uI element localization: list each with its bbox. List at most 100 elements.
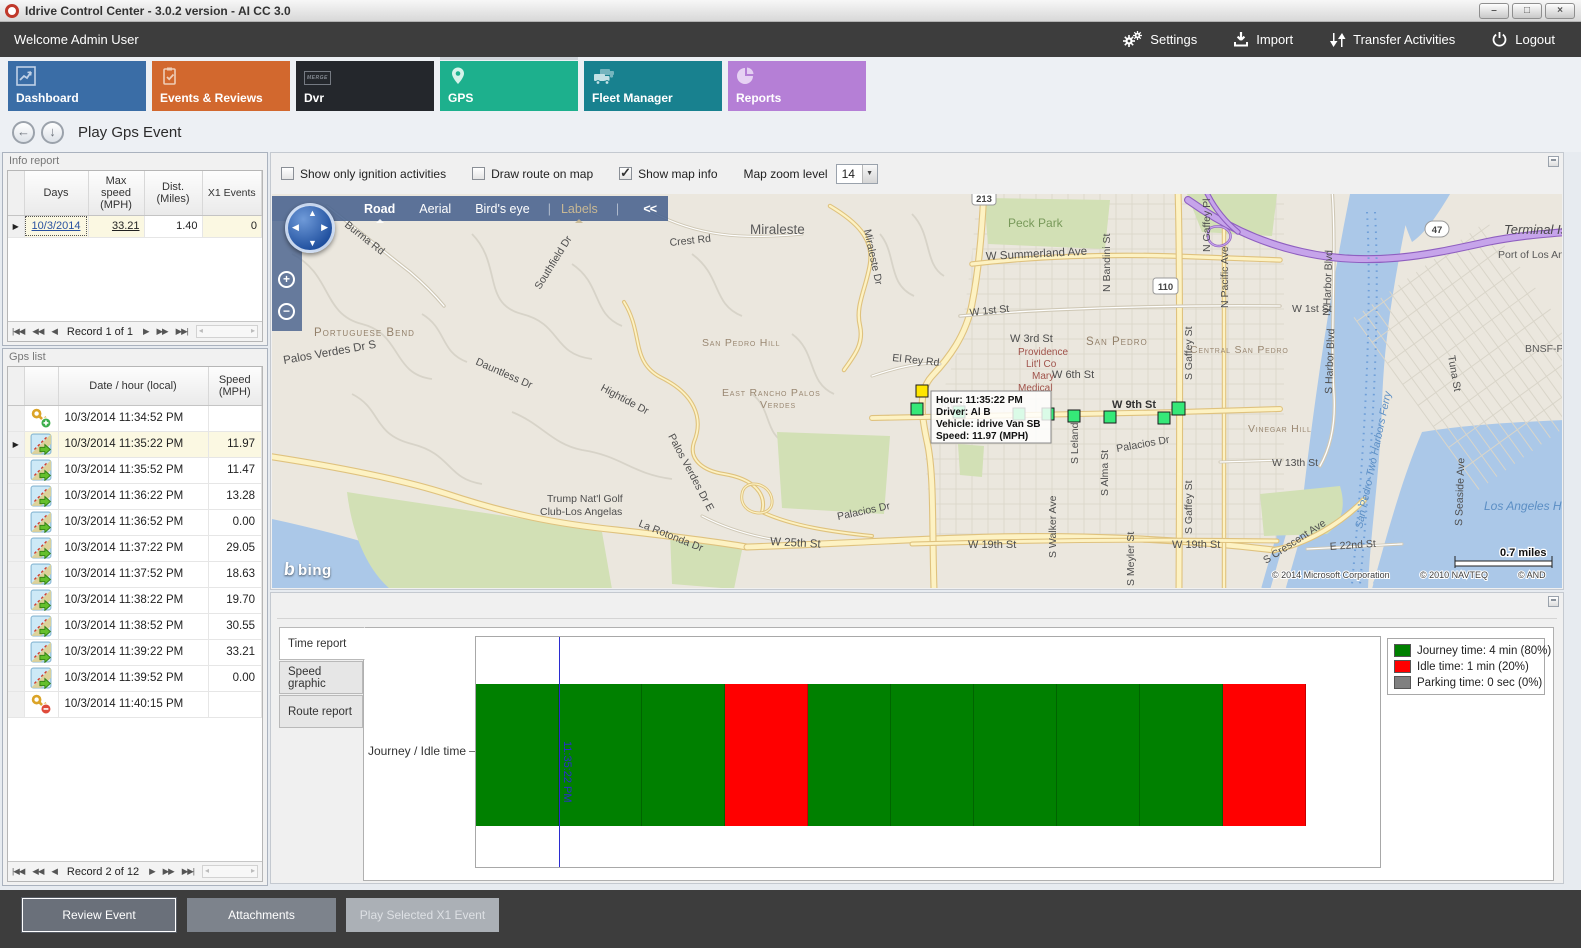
- tooltip-vehicle: Vehicle: idrive Van SB: [936, 419, 1041, 430]
- draw-route-checkbox[interactable]: Draw route on map: [472, 167, 593, 181]
- tab-fleet-manager[interactable]: Fleet Manager: [584, 61, 722, 111]
- transfer-activities-button[interactable]: Transfer Activities: [1329, 31, 1455, 49]
- gps-speed: 29.05: [208, 535, 262, 561]
- map-label-san-pedro: San Pedro: [1086, 336, 1148, 348]
- prev-record-icon[interactable]: ◀: [51, 866, 57, 877]
- info-report-groupbox: Info report Days Max speed (MPH) Dist. (…: [2, 152, 268, 346]
- tab-reports[interactable]: Reports: [728, 61, 866, 111]
- gps-list-table: Date / hour (local) Speed (MPH) 10/3/201…: [8, 367, 262, 718]
- bing-logo[interactable]: b bing: [284, 559, 332, 580]
- import-button[interactable]: Import: [1233, 31, 1293, 49]
- settings-button[interactable]: Settings: [1123, 31, 1197, 49]
- map-style-aerial[interactable]: Aerial: [419, 202, 451, 216]
- map-zoom-select[interactable]: 14 ▼: [836, 164, 878, 184]
- pan-down-icon[interactable]: ▼: [308, 238, 317, 248]
- chevron-down-icon[interactable]: ↓: [41, 121, 64, 144]
- gps-row[interactable]: 10/3/2014 11:37:52 PM18.63: [8, 561, 262, 587]
- route-marker-green[interactable]: [1068, 410, 1080, 422]
- next-record-icon[interactable]: ▶: [149, 866, 155, 877]
- show-map-info-checkbox[interactable]: Show map info: [619, 167, 717, 181]
- prev-page-icon[interactable]: ◀◀: [32, 866, 43, 877]
- gps-row[interactable]: ▶10/3/2014 11:35:22 PM11.97: [8, 431, 262, 457]
- gps-row[interactable]: 10/3/2014 11:36:22 PM13.28: [8, 483, 262, 509]
- gps-date: 10/3/2014 11:39:52 PM: [58, 665, 208, 691]
- first-record-icon[interactable]: |◀◀: [12, 866, 24, 877]
- show-map-info-label: Show map info: [638, 167, 717, 181]
- record-counter: Record 2 of 12: [67, 866, 139, 878]
- route-marker-green[interactable]: [1172, 402, 1185, 415]
- first-record-icon[interactable]: |◀◀: [12, 326, 24, 337]
- zoom-in-icon[interactable]: [278, 271, 295, 288]
- last-record-icon[interactable]: ▶▶|: [182, 866, 194, 877]
- close-button[interactable]: ×: [1545, 3, 1575, 19]
- tab-speed-graphic[interactable]: Speed graphic: [279, 661, 363, 694]
- show-ignition-label: Show only ignition activities: [300, 167, 446, 181]
- toolbar-collapse-icon[interactable]: <<: [643, 202, 656, 216]
- next-page-icon[interactable]: ▶▶: [157, 326, 168, 337]
- map-label-providence-1: Providence: [1018, 347, 1068, 358]
- tab-gps[interactable]: GPS: [440, 61, 578, 111]
- gps-row[interactable]: 10/3/2014 11:39:22 PM33.21: [8, 639, 262, 665]
- prev-page-icon[interactable]: ◀◀: [32, 326, 43, 337]
- route-start-marker[interactable]: [916, 385, 928, 397]
- col-x1-events[interactable]: X1 Events: [202, 171, 262, 215]
- logout-button[interactable]: Logout: [1491, 31, 1555, 49]
- tab-events-reviews[interactable]: Events & Reviews: [152, 61, 290, 111]
- col-speed[interactable]: Speed (MPH): [208, 367, 262, 405]
- days-link[interactable]: 10/3/2014: [32, 220, 81, 232]
- gps-row[interactable]: 10/3/2014 11:35:52 PM11.47: [8, 457, 262, 483]
- map-style-road[interactable]: Road: [364, 202, 395, 216]
- svg-text:© AND: © AND: [1518, 570, 1546, 580]
- maximize-button[interactable]: □: [1512, 3, 1542, 19]
- pan-left-icon[interactable]: ◀: [292, 222, 299, 233]
- map-style-birds-eye[interactable]: Bird's eye: [475, 202, 530, 216]
- minimize-button[interactable]: –: [1479, 3, 1509, 19]
- col-max-speed[interactable]: Max speed (MPH): [88, 171, 144, 215]
- last-record-icon[interactable]: ▶▶|: [176, 326, 188, 337]
- col-dist[interactable]: Dist. (Miles): [144, 171, 202, 215]
- bing-logo-icon: b: [283, 559, 296, 580]
- map-style-labels[interactable]: Labels: [561, 202, 598, 216]
- collapse-map-panel-button[interactable]: [1548, 156, 1559, 167]
- map-label-n-gaffey-pl: N Gaffey Pl: [1201, 199, 1213, 253]
- pan-right-icon[interactable]: ▶: [321, 222, 328, 233]
- gps-row[interactable]: 10/3/2014 11:34:52 PM: [8, 405, 262, 431]
- pan-up-icon[interactable]: ▲: [308, 208, 317, 218]
- route-marker-green[interactable]: [1158, 412, 1170, 424]
- gps-row[interactable]: 10/3/2014 11:37:22 PM29.05: [8, 535, 262, 561]
- back-icon[interactable]: ←: [12, 121, 35, 144]
- max-speed-link[interactable]: 33.21: [112, 220, 140, 232]
- window-title: Idrive Control Center - 3.0.2 version - …: [25, 4, 291, 18]
- gps-speed: 30.55: [208, 613, 262, 639]
- gps-row[interactable]: 10/3/2014 11:38:52 PM30.55: [8, 613, 262, 639]
- next-record-icon[interactable]: ▶: [143, 326, 149, 337]
- horizontal-scrollbar[interactable]: [196, 325, 258, 338]
- logout-label: Logout: [1515, 32, 1555, 47]
- attachments-button[interactable]: Attachments: [187, 898, 336, 932]
- col-days[interactable]: Days: [24, 171, 88, 215]
- tab-route-report[interactable]: Route report: [279, 695, 363, 728]
- collapse-chart-panel-button[interactable]: [1548, 596, 1559, 607]
- map-viewport[interactable]: 213 110 47 Burma Rd Crest Rd Southfield …: [272, 194, 1562, 588]
- show-ignition-checkbox[interactable]: Show only ignition activities: [281, 167, 446, 181]
- tab-time-report[interactable]: Time report: [279, 627, 365, 660]
- gps-row[interactable]: 10/3/2014 11:38:22 PM19.70: [8, 587, 262, 613]
- bing-map[interactable]: 213 110 47 Burma Rd Crest Rd Southfield …: [272, 194, 1562, 588]
- map-label-trump-2: Club-Los Angelas: [540, 506, 622, 518]
- prev-record-icon[interactable]: ◀: [51, 326, 57, 337]
- route-marker-green[interactable]: [911, 403, 923, 415]
- gps-row[interactable]: 10/3/2014 11:39:52 PM0.00: [8, 665, 262, 691]
- map-compass-control[interactable]: ▲ ▼ ◀ ▶: [285, 203, 335, 253]
- next-page-icon[interactable]: ▶▶: [163, 866, 174, 877]
- journey-swatch-icon: [1394, 644, 1411, 657]
- gps-row[interactable]: 10/3/2014 11:40:15 PM: [8, 691, 262, 717]
- col-date-hour[interactable]: Date / hour (local): [58, 367, 208, 405]
- tab-dvr[interactable]: MERGE Dvr: [296, 61, 434, 111]
- info-report-row[interactable]: ▶ 10/3/2014 33.21 1.40 0: [8, 215, 262, 237]
- review-event-button[interactable]: Review Event: [22, 898, 176, 932]
- tab-dashboard[interactable]: Dashboard: [8, 61, 146, 111]
- gps-row[interactable]: 10/3/2014 11:36:52 PM0.00: [8, 509, 262, 535]
- zoom-out-icon[interactable]: [278, 303, 295, 320]
- horizontal-scrollbar[interactable]: [202, 865, 258, 878]
- route-marker-green[interactable]: [1104, 411, 1116, 423]
